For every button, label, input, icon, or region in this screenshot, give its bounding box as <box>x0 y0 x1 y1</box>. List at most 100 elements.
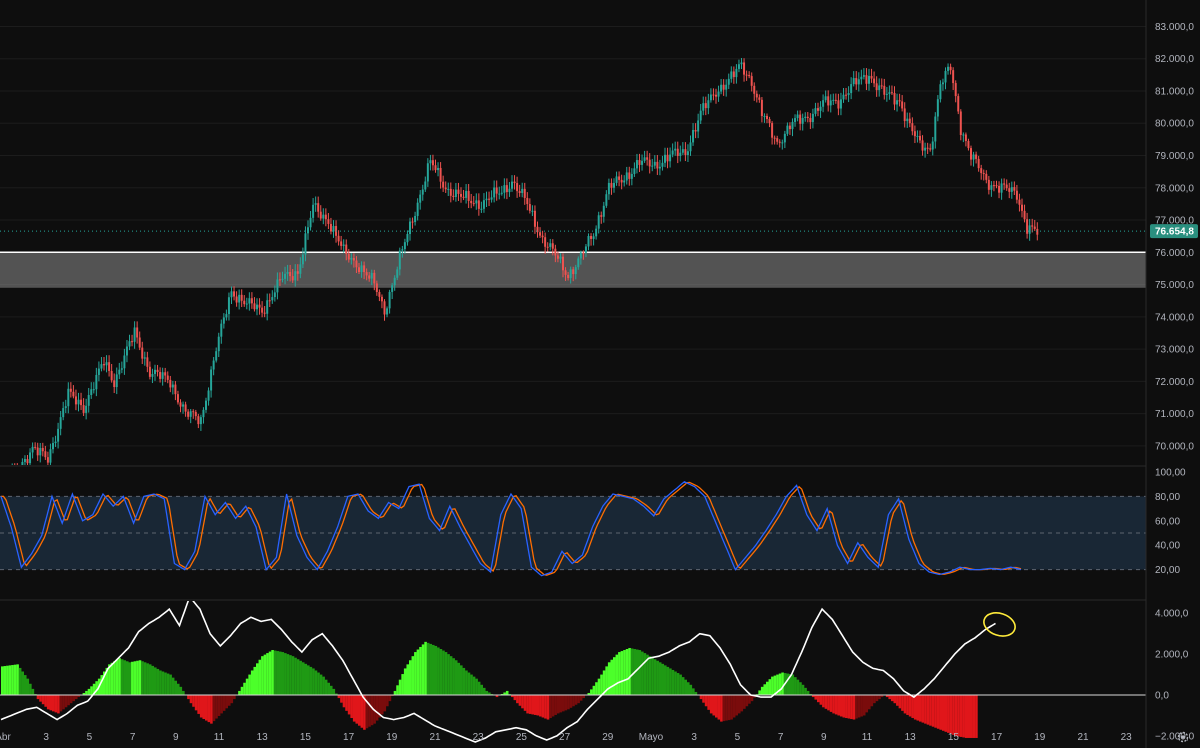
histogram-bar <box>454 660 458 696</box>
candle-body <box>105 362 108 366</box>
histogram-bar <box>41 695 45 705</box>
candle-body <box>207 390 210 401</box>
histogram-bar <box>827 695 830 711</box>
histogram-bar <box>368 695 371 727</box>
histogram-bar <box>556 695 560 714</box>
gear-icon-center <box>1181 735 1185 739</box>
histogram-bar <box>689 684 693 696</box>
histogram-bar <box>36 695 40 700</box>
candle-body <box>1008 188 1011 192</box>
candle-body <box>176 394 179 403</box>
histogram-bar <box>393 690 397 696</box>
histogram-bar <box>964 695 968 738</box>
candle-body <box>638 160 641 165</box>
histogram-bar <box>396 685 399 696</box>
histogram-bar <box>475 678 478 696</box>
candle-body <box>245 303 248 305</box>
histogram-bar <box>266 653 269 696</box>
candle-body <box>1003 183 1006 185</box>
candle-body <box>768 119 771 124</box>
candle-body <box>1013 187 1016 191</box>
histogram-bar <box>740 695 744 712</box>
candle-body <box>227 297 230 315</box>
candle-body <box>258 304 261 308</box>
histogram-bar <box>465 670 468 696</box>
candle-body <box>806 116 809 119</box>
candle-body <box>49 449 52 463</box>
candle-body <box>794 118 797 122</box>
histogram-bar <box>3 666 7 696</box>
histogram-bar <box>401 674 404 696</box>
histogram-bar <box>855 695 858 719</box>
candle-body <box>238 294 241 303</box>
histogram-bar <box>539 695 542 717</box>
candle-body <box>378 292 381 297</box>
candle-body <box>579 252 582 259</box>
candle-body <box>243 300 246 305</box>
histogram-bar <box>656 660 659 696</box>
candle-body <box>523 188 526 198</box>
candle-body <box>666 154 669 162</box>
candle-body <box>41 447 44 452</box>
time-tick-label: 7 <box>778 732 784 743</box>
price-axis[interactable]: 83.000,0 82.000,0 81.000,0 80.000,0 79.000,0… <box>1150 22 1198 452</box>
candle-body <box>31 446 34 453</box>
candle-body <box>85 405 88 413</box>
time-tick-label: 19 <box>386 732 398 743</box>
candle-body <box>416 202 419 216</box>
candle-body <box>115 374 118 388</box>
histogram-bar <box>324 679 328 696</box>
trading-chart[interactable]: 83.000,0 82.000,0 81.000,0 80.000,0 79.000,0… <box>0 0 1200 748</box>
histogram-bar <box>72 695 75 702</box>
candle-body <box>36 447 39 456</box>
candle-body <box>347 253 350 260</box>
histogram-bar <box>893 695 897 704</box>
histogram-bar <box>52 695 55 712</box>
candle-body <box>995 185 998 187</box>
histogram-bar <box>618 652 621 696</box>
time-tick-label: 13 <box>257 732 269 743</box>
candle-body <box>77 399 80 405</box>
candle-body <box>702 103 705 111</box>
histogram-bar <box>939 695 942 730</box>
candle-body <box>342 244 345 246</box>
histogram-bar <box>975 695 978 738</box>
candle-body <box>187 411 190 417</box>
histogram-bar <box>819 695 823 705</box>
histogram-bar <box>919 695 922 722</box>
stochastic-tick-label: 20,00 <box>1155 565 1180 576</box>
candle-body <box>307 227 309 234</box>
candle-body <box>824 96 827 101</box>
histogram-bar <box>526 695 529 714</box>
histogram-bar <box>758 690 761 696</box>
histogram-bar <box>610 659 614 696</box>
candle-body <box>572 269 575 275</box>
histogram-bar <box>628 647 631 696</box>
candle-body <box>704 103 707 109</box>
candle-body <box>646 157 649 160</box>
candle-body <box>722 84 725 90</box>
histogram-bar <box>304 663 308 696</box>
candle-body <box>304 233 307 255</box>
histogram-bar <box>238 690 241 696</box>
histogram-bar <box>681 677 685 696</box>
candle-body <box>424 181 427 190</box>
histogram-bar <box>388 695 392 702</box>
histogram-bar <box>648 656 652 696</box>
candle-body <box>684 149 687 155</box>
candle-body <box>426 163 429 182</box>
histogram-bar <box>929 695 932 726</box>
time-tick-label: 3 <box>691 732 697 743</box>
candle-body <box>352 257 355 261</box>
candle-body <box>301 254 304 265</box>
histogram-bar <box>600 674 603 696</box>
histogram-bar <box>192 695 195 707</box>
candle-body <box>873 78 876 84</box>
histogram-bar <box>806 690 810 696</box>
histogram-bar <box>842 695 846 718</box>
histogram-bar <box>957 695 960 737</box>
candle-body <box>954 83 957 97</box>
candle-body <box>788 125 791 130</box>
histogram-bar <box>590 689 593 696</box>
candle-body <box>896 100 899 105</box>
